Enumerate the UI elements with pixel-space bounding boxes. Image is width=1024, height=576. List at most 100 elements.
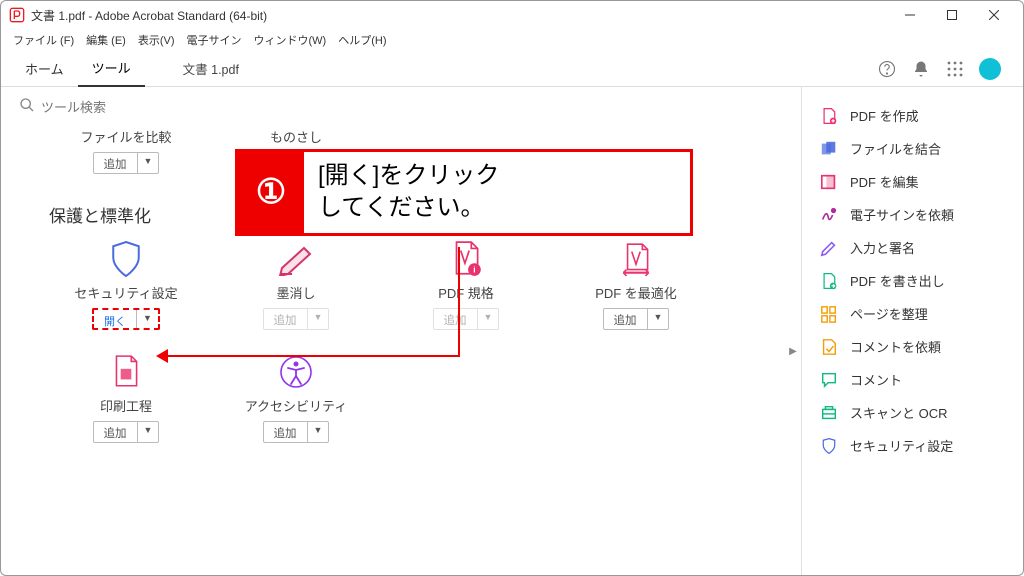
title-bar: 文書 1.pdf - Adobe Acrobat Standard (64-bi… bbox=[1, 1, 1023, 29]
chevron-down-icon: ▼ bbox=[138, 422, 159, 442]
sidebar-request-esign[interactable]: 電子サインを依頼 bbox=[802, 198, 1023, 231]
window-title: 文書 1.pdf - Adobe Acrobat Standard (64-bi… bbox=[31, 7, 267, 24]
tool-add-button[interactable]: 追加▼ bbox=[263, 421, 330, 443]
tool-label: ファイルを比較 bbox=[80, 127, 171, 146]
chevron-down-icon: ▼ bbox=[478, 309, 499, 329]
sidebar-request-comments[interactable]: コメントを依頼 bbox=[802, 330, 1023, 363]
sidebar-label: コメント bbox=[850, 370, 902, 389]
acrobat-icon bbox=[9, 7, 25, 23]
menu-esign[interactable]: 電子サイン bbox=[181, 30, 248, 50]
tool-label: ものさし bbox=[270, 127, 322, 146]
sidebar-label: コメントを依頼 bbox=[850, 337, 941, 356]
accessibility-icon bbox=[275, 354, 317, 390]
apps-icon[interactable] bbox=[945, 59, 965, 79]
tool-security-settings: セキュリティ設定 開く▼ bbox=[41, 241, 211, 330]
tool-redact: 墨消し 追加▼ bbox=[211, 241, 381, 330]
tool-label: 印刷工程 bbox=[100, 396, 152, 415]
tool-print-production: 印刷工程 追加▼ bbox=[41, 354, 211, 443]
chevron-down-icon: ▼ bbox=[648, 309, 669, 329]
edit-pdf-icon bbox=[820, 173, 838, 191]
tool-open-button[interactable]: 開く▼ bbox=[92, 308, 160, 330]
sidebar-label: 電子サインを依頼 bbox=[850, 205, 954, 224]
chevron-down-icon: ▼ bbox=[308, 309, 329, 329]
sidebar-scan-ocr[interactable]: スキャンと OCR bbox=[802, 396, 1023, 429]
shield-icon bbox=[105, 241, 147, 277]
tool-add-button[interactable]: 追加▼ bbox=[433, 308, 500, 330]
maximize-button[interactable] bbox=[931, 1, 973, 29]
minimize-button[interactable] bbox=[889, 1, 931, 29]
menu-bar: ファイル (F) 編集 (E) 表示(V) 電子サイン ウィンドウ(W) ヘルプ… bbox=[1, 29, 1023, 51]
tool-compare-files: ファイルを比較 追加▼ bbox=[41, 127, 211, 174]
tool-add-button[interactable]: 追加▼ bbox=[263, 308, 330, 330]
tab-tools[interactable]: ツール bbox=[78, 50, 145, 87]
sidebar-comment[interactable]: コメント bbox=[802, 363, 1023, 396]
sidebar-label: PDF を作成 bbox=[850, 106, 919, 125]
optimize-icon bbox=[615, 241, 657, 277]
shield-icon bbox=[820, 437, 838, 455]
tool-label: 墨消し bbox=[276, 283, 315, 302]
callout-arrow bbox=[164, 355, 460, 357]
main-panel: ファイルを比較 追加▼ ものさし 追加▼ 保護と標準化 セキュリティ設定 開く▼ bbox=[1, 87, 801, 575]
bell-icon[interactable] bbox=[911, 59, 931, 79]
instruction-callout: ① [開く]をクリック してください。 bbox=[235, 149, 693, 236]
menu-help[interactable]: ヘルプ(H) bbox=[332, 30, 392, 50]
pdf-standards-icon: i bbox=[445, 241, 487, 277]
tab-bar: ホーム ツール 文書 1.pdf bbox=[1, 51, 1023, 87]
menu-view[interactable]: 表示(V) bbox=[132, 30, 181, 50]
comment-icon bbox=[820, 371, 838, 389]
tool-accessibility: アクセシビリティ 追加▼ bbox=[211, 354, 381, 443]
arrow-head-icon bbox=[156, 349, 168, 363]
export-icon bbox=[820, 272, 838, 290]
search-icon bbox=[19, 97, 35, 118]
sidebar-export-pdf[interactable]: PDF を書き出し bbox=[802, 264, 1023, 297]
svg-text:i: i bbox=[473, 265, 475, 275]
tool-add-button[interactable]: 追加▼ bbox=[603, 308, 670, 330]
callout-number: ① bbox=[238, 152, 304, 233]
tool-pdf-standards: i PDF 規格 追加▼ bbox=[381, 241, 551, 330]
tool-optimize-pdf: PDF を最適化 追加▼ bbox=[551, 241, 721, 330]
sidebar-label: セキュリティ設定 bbox=[850, 436, 953, 455]
sidebar-security-settings[interactable]: セキュリティ設定 bbox=[802, 429, 1023, 462]
menu-window[interactable]: ウィンドウ(W) bbox=[248, 30, 333, 50]
callout-text: [開く]をクリック してください。 bbox=[304, 152, 513, 233]
sidebar-label: スキャンと OCR bbox=[850, 403, 948, 422]
sidebar-fill-sign[interactable]: 入力と署名 bbox=[802, 231, 1023, 264]
sidebar-combine-files[interactable]: ファイルを結合 bbox=[802, 132, 1023, 165]
sidebar-label: PDF を編集 bbox=[850, 172, 919, 191]
sidebar-edit-pdf[interactable]: PDF を編集 bbox=[802, 165, 1023, 198]
callout-arrow bbox=[458, 247, 460, 357]
sidebar-create-pdf[interactable]: PDF を作成 bbox=[802, 99, 1023, 132]
sidebar-label: PDF を書き出し bbox=[850, 271, 945, 290]
organize-icon bbox=[820, 305, 838, 323]
menu-file[interactable]: ファイル (F) bbox=[7, 30, 80, 50]
combine-icon bbox=[820, 140, 838, 158]
tool-label: PDF を最適化 bbox=[595, 283, 677, 302]
right-sidebar: ▶ PDF を作成 ファイルを結合 PDF を編集 電子サインを依頼 入力と署名… bbox=[801, 87, 1023, 575]
tool-label: PDF 規格 bbox=[438, 283, 494, 302]
tool-label: アクセシビリティ bbox=[245, 396, 348, 415]
tool-add-button[interactable]: 追加▼ bbox=[93, 421, 160, 443]
help-icon[interactable] bbox=[877, 59, 897, 79]
search-input[interactable] bbox=[41, 100, 241, 115]
sidebar-collapse-button[interactable]: ▶ bbox=[784, 331, 802, 371]
tab-document[interactable]: 文書 1.pdf bbox=[165, 51, 257, 86]
tool-label: セキュリティ設定 bbox=[74, 283, 177, 302]
menu-edit[interactable]: 編集 (E) bbox=[80, 30, 132, 50]
sidebar-label: ファイルを結合 bbox=[850, 139, 941, 158]
chevron-down-icon: ▼ bbox=[137, 310, 158, 328]
tool-add-button[interactable]: 追加▼ bbox=[93, 152, 160, 174]
chevron-down-icon: ▼ bbox=[138, 153, 159, 173]
create-pdf-icon bbox=[820, 107, 838, 125]
close-button[interactable] bbox=[973, 1, 1015, 29]
print-production-icon bbox=[105, 354, 147, 390]
esign-icon bbox=[820, 206, 838, 224]
sidebar-label: ページを整理 bbox=[850, 304, 928, 323]
sign-icon bbox=[820, 239, 838, 257]
tab-home[interactable]: ホーム bbox=[11, 51, 78, 86]
request-comment-icon bbox=[820, 338, 838, 356]
avatar[interactable] bbox=[979, 58, 1001, 80]
scan-icon bbox=[820, 404, 838, 422]
chevron-down-icon: ▼ bbox=[308, 422, 329, 442]
sidebar-organize-pages[interactable]: ページを整理 bbox=[802, 297, 1023, 330]
redact-icon bbox=[275, 241, 317, 277]
